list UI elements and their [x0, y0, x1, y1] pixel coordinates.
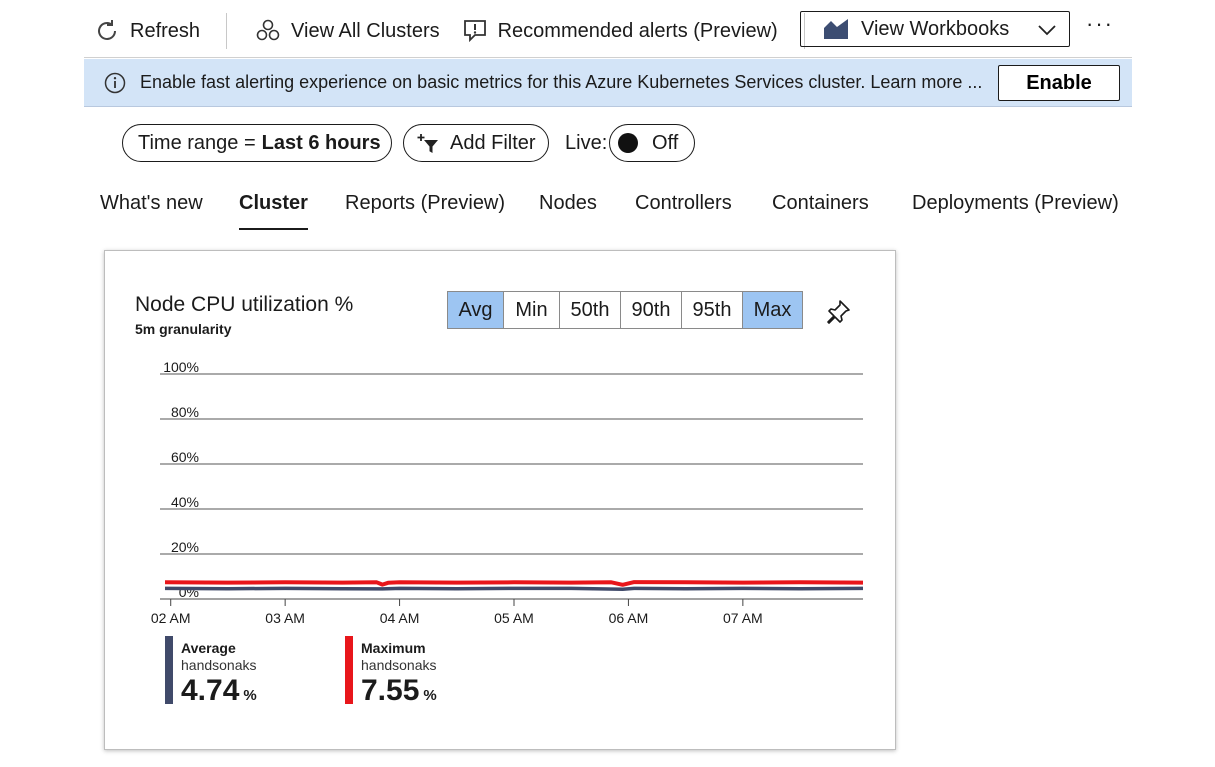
- tab-reports-preview[interactable]: Reports (Preview): [345, 192, 505, 215]
- x-tick-label: 06 AM: [609, 610, 649, 626]
- view-workbooks-dropdown[interactable]: View Workbooks: [800, 11, 1070, 47]
- legend-maximum-name: Maximum: [361, 640, 426, 656]
- recommended-alerts-button[interactable]: Recommended alerts (Preview): [462, 11, 778, 51]
- tab-containers[interactable]: Containers: [772, 192, 869, 215]
- time-range-prefix: Time range =: [138, 131, 256, 154]
- legend-average-value-wrap: 4.74%: [181, 674, 257, 708]
- info-banner: Enable fast alerting experience on basic…: [84, 59, 1132, 107]
- cpu-line-chart: 100% 80% 60% 40% 20% 0% 02 AM 03 AM 04 AM 05 AM 06…: [151, 359, 864, 626]
- legend-maximum-source: handsonaks: [361, 657, 437, 673]
- x-tick-label: 05 AM: [494, 610, 534, 626]
- series-line-maximum: [164, 580, 864, 587]
- series-line-average: [164, 586, 864, 592]
- legend-maximum-value: 7.55: [361, 674, 420, 707]
- view-workbooks-label: View Workbooks: [861, 17, 1010, 40]
- alert-comment-icon: [463, 20, 486, 43]
- aggregation-selector: Avg Min 50th 90th 95th Max: [447, 291, 803, 329]
- legend-average-name: Average: [181, 640, 236, 656]
- card-title: Node CPU utilization %: [135, 293, 354, 316]
- legend-maximum-value-wrap: 7.55%: [361, 674, 437, 708]
- tab-controllers[interactable]: Controllers: [635, 192, 732, 215]
- agg-90th-button[interactable]: 90th: [621, 292, 682, 328]
- live-state: Off: [652, 131, 679, 154]
- banner-message[interactable]: Enable fast alerting experience on basic…: [140, 72, 982, 93]
- x-tick-label: 02 AM: [151, 610, 191, 626]
- agg-95th-button[interactable]: 95th: [682, 292, 743, 328]
- y-tick-label: 0%: [179, 584, 199, 600]
- refresh-button[interactable]: Refresh: [94, 11, 200, 51]
- legend-maximum-unit: %: [423, 687, 437, 704]
- refresh-label: Refresh: [130, 19, 201, 42]
- legend-average-swatch: [165, 636, 173, 704]
- y-tick-label: 100%: [163, 359, 199, 375]
- tab-bar: What's new Cluster Reports (Preview) Nod…: [0, 192, 1215, 232]
- x-tick-label: 03 AM: [265, 610, 305, 626]
- card-subtitle: 5m granularity: [135, 321, 232, 337]
- legend-maximum-swatch: [345, 636, 353, 704]
- agg-avg-button[interactable]: Avg: [448, 292, 504, 328]
- legend-average-source: handsonaks: [181, 657, 257, 673]
- enable-button[interactable]: Enable: [998, 65, 1120, 101]
- add-filter-button[interactable]: Add Filter: [403, 124, 549, 162]
- y-tick-label: 20%: [171, 539, 199, 555]
- time-range-value: Last 6 hours: [261, 131, 381, 154]
- legend-average-value: 4.74: [181, 674, 240, 707]
- toolbar-border: [84, 57, 1132, 58]
- workbook-icon: [824, 19, 848, 39]
- live-label: Live:: [565, 132, 608, 154]
- agg-50th-button[interactable]: 50th: [560, 292, 621, 328]
- add-filter-label: Add Filter: [450, 131, 536, 154]
- agg-min-button[interactable]: Min: [504, 292, 560, 328]
- agg-max-button[interactable]: Max: [743, 292, 802, 328]
- time-range-pill[interactable]: Time range = Last 6 hours: [122, 124, 392, 162]
- y-tick-label: 40%: [171, 494, 199, 510]
- toggle-knob: [618, 133, 638, 153]
- clusters-icon: [256, 19, 280, 41]
- x-tick-label: 04 AM: [380, 610, 420, 626]
- node-cpu-card: Node CPU utilization % 5m granularity Av…: [104, 250, 896, 750]
- tab-deployments-preview[interactable]: Deployments (Preview): [912, 192, 1119, 215]
- info-icon: [104, 72, 126, 93]
- view-all-clusters-button[interactable]: View All Clusters: [255, 11, 440, 51]
- view-all-clusters-label: View All Clusters: [291, 19, 440, 42]
- add-filter-icon: [417, 134, 438, 153]
- y-tick-label: 60%: [171, 449, 199, 465]
- tab-nodes[interactable]: Nodes: [539, 192, 597, 215]
- tab-whats-new[interactable]: What's new: [100, 192, 203, 215]
- x-tick-label: 07 AM: [723, 610, 763, 626]
- pin-icon[interactable]: [825, 299, 851, 325]
- recommended-alerts-label: Recommended alerts (Preview): [497, 19, 778, 42]
- refresh-icon: [98, 20, 116, 40]
- legend-average-unit: %: [243, 687, 257, 704]
- toolbar-divider: [226, 13, 228, 49]
- live-toggle[interactable]: Off: [609, 124, 695, 162]
- tab-cluster[interactable]: Cluster: [239, 192, 308, 230]
- more-options-button[interactable]: ···: [1086, 13, 1114, 35]
- chevron-down-icon: [1038, 25, 1056, 36]
- y-tick-label: 80%: [171, 404, 199, 420]
